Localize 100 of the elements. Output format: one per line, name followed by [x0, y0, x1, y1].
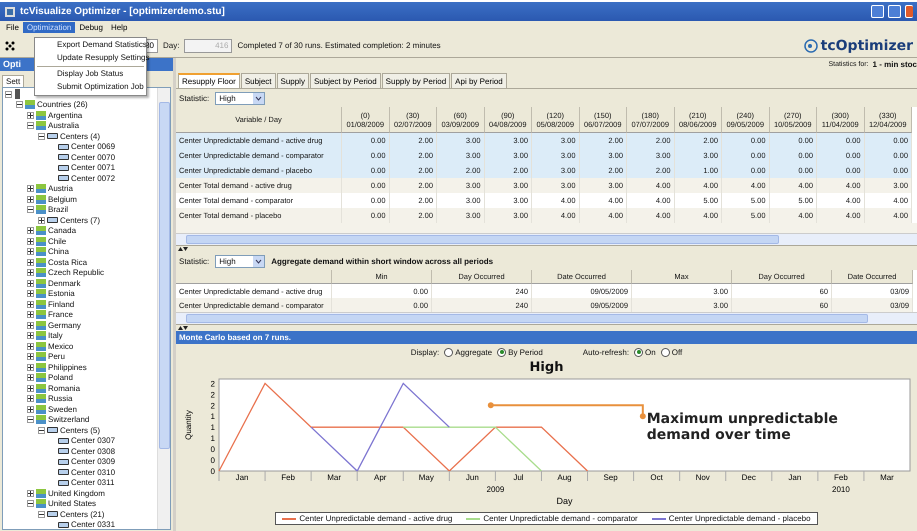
collapse-toggle[interactable]	[38, 426, 45, 434]
expand-toggle[interactable]	[27, 490, 34, 497]
tree-item[interactable]: Center 0310	[71, 468, 116, 477]
tree-item[interactable]: Peru	[48, 352, 65, 362]
expand-toggle[interactable]	[27, 238, 34, 245]
tree-item[interactable]: Switzerland	[48, 415, 90, 424]
tab[interactable]: Subject by Period	[310, 73, 381, 88]
statistic-dropdown[interactable]: High	[215, 254, 266, 268]
tree-item[interactable]: Czech Republic	[48, 268, 104, 278]
minimize-button[interactable]	[871, 5, 884, 18]
tree-item[interactable]: Centers (5)	[60, 426, 100, 435]
tree-item[interactable]: Italy	[48, 331, 63, 340]
expand-toggle[interactable]	[27, 112, 34, 119]
collapse-toggle[interactable]	[5, 90, 12, 98]
tree-item[interactable]: Argentina	[48, 110, 82, 120]
tree-item[interactable]: Australia	[48, 121, 80, 130]
tree-item[interactable]: Costa Rica	[48, 258, 88, 267]
statistic-dropdown[interactable]: High	[215, 92, 266, 104]
maximize-button[interactable]	[888, 5, 901, 18]
collapse-toggle[interactable]	[16, 101, 23, 108]
expand-toggle[interactable]	[27, 374, 34, 382]
tree-item[interactable]: Center 0069	[71, 142, 116, 152]
tree-item[interactable]: Germany	[48, 320, 81, 330]
tab[interactable]: Api by Period	[451, 73, 507, 88]
expand-toggle[interactable]	[38, 216, 45, 224]
tree-item[interactable]: Russia	[48, 394, 72, 404]
tree-item[interactable]: Belgium	[48, 194, 77, 204]
menu-item[interactable]: Help	[106, 22, 132, 33]
collapse-toggle[interactable]	[27, 122, 34, 130]
tab[interactable]: Supply by Period	[382, 73, 450, 88]
tree-item[interactable]: Denmark	[48, 278, 80, 288]
tree-item[interactable]: Center 0331	[71, 520, 116, 529]
tree-item[interactable]: Center 0308	[71, 446, 116, 456]
tick-label: Jan	[236, 473, 248, 482]
tree-item[interactable]: United States	[48, 499, 96, 508]
scrollbar[interactable]	[176, 312, 917, 324]
tree-item[interactable]: Philippines	[48, 362, 87, 372]
tree-item[interactable]: Countries (26)	[37, 100, 88, 110]
expand-toggle[interactable]	[27, 332, 34, 340]
tab[interactable]: Subject	[240, 73, 276, 88]
tree-item[interactable]: Canada	[48, 226, 76, 236]
close-button[interactable]	[905, 5, 913, 18]
expand-toggle[interactable]	[27, 406, 34, 413]
expand-toggle[interactable]	[27, 384, 34, 392]
tree-item[interactable]: Center 0070	[71, 152, 116, 162]
radio-option[interactable]: Aggregate	[444, 348, 492, 356]
tree-item[interactable]: Estonia	[48, 289, 75, 298]
expand-toggle[interactable]	[27, 280, 34, 287]
tree-item[interactable]: Romania	[48, 384, 80, 393]
tab[interactable]: Supply	[276, 73, 309, 88]
tree-item[interactable]: Centers (4)	[60, 132, 100, 141]
tree-item[interactable]: Center 0072	[71, 174, 116, 183]
expand-toggle[interactable]	[27, 248, 34, 256]
expand-toggle[interactable]	[27, 227, 34, 234]
menu-item[interactable]: Optimization	[22, 22, 76, 33]
expand-toggle[interactable]	[27, 300, 34, 308]
collapse-toggle[interactable]	[27, 416, 34, 424]
tree-item[interactable]: France	[48, 310, 73, 320]
tree-item[interactable]: Center 0311	[71, 478, 114, 488]
tree-item[interactable]: Center 0309	[71, 457, 116, 466]
tree-item[interactable]: Center 0071	[71, 163, 116, 172]
collapse-toggle[interactable]	[38, 132, 45, 140]
collapse-toggle[interactable]	[38, 510, 45, 518]
menu-item[interactable]: File	[2, 22, 23, 33]
panel-tab[interactable]: Sett	[2, 75, 24, 87]
expand-toggle[interactable]	[27, 258, 34, 266]
radio-option[interactable]: Off	[660, 348, 682, 356]
expand-toggle[interactable]	[27, 290, 34, 298]
tree-item[interactable]: Chile	[48, 236, 66, 246]
tab[interactable]: Resupply Floor	[178, 73, 240, 88]
expand-toggle[interactable]	[27, 322, 34, 329]
tree-item[interactable]: Brazil	[48, 205, 68, 214]
menu-item[interactable]: Submit Optimization Job	[35, 81, 146, 94]
expand-toggle[interactable]	[27, 342, 34, 350]
tree-item[interactable]: Finland	[48, 300, 74, 309]
menu-item[interactable]: Debug	[75, 22, 107, 33]
expand-toggle[interactable]	[27, 364, 34, 371]
expand-toggle[interactable]	[27, 311, 34, 318]
scrollbar[interactable]	[176, 233, 917, 245]
menu-item[interactable]: Display Job Status	[35, 68, 146, 81]
tree-item[interactable]: Poland	[48, 373, 73, 382]
tree-item[interactable]: Austria	[48, 184, 73, 194]
tree-item[interactable]: Centers (7)	[60, 216, 100, 225]
expand-toggle[interactable]	[27, 196, 34, 203]
grid-icon[interactable]	[4, 40, 16, 52]
tree-item[interactable]: Mexico	[48, 342, 74, 351]
radio-option[interactable]: On	[634, 348, 656, 356]
tree-item[interactable]: Sweden	[48, 404, 77, 414]
collapse-toggle[interactable]	[27, 500, 34, 508]
expand-toggle[interactable]	[27, 353, 34, 360]
collapse-toggle[interactable]	[27, 206, 34, 214]
tree-item[interactable]: United Kingdom	[48, 488, 105, 498]
tree-item[interactable]: Centers (21)	[60, 510, 104, 519]
expand-toggle[interactable]	[27, 269, 34, 276]
scrollbar[interactable]	[157, 88, 170, 529]
expand-toggle[interactable]	[27, 395, 34, 402]
expand-toggle[interactable]	[27, 185, 34, 192]
radio-option[interactable]: By Period	[497, 348, 543, 356]
tree-item[interactable]: Center 0307	[71, 436, 116, 446]
tree-item[interactable]: China	[48, 247, 69, 256]
